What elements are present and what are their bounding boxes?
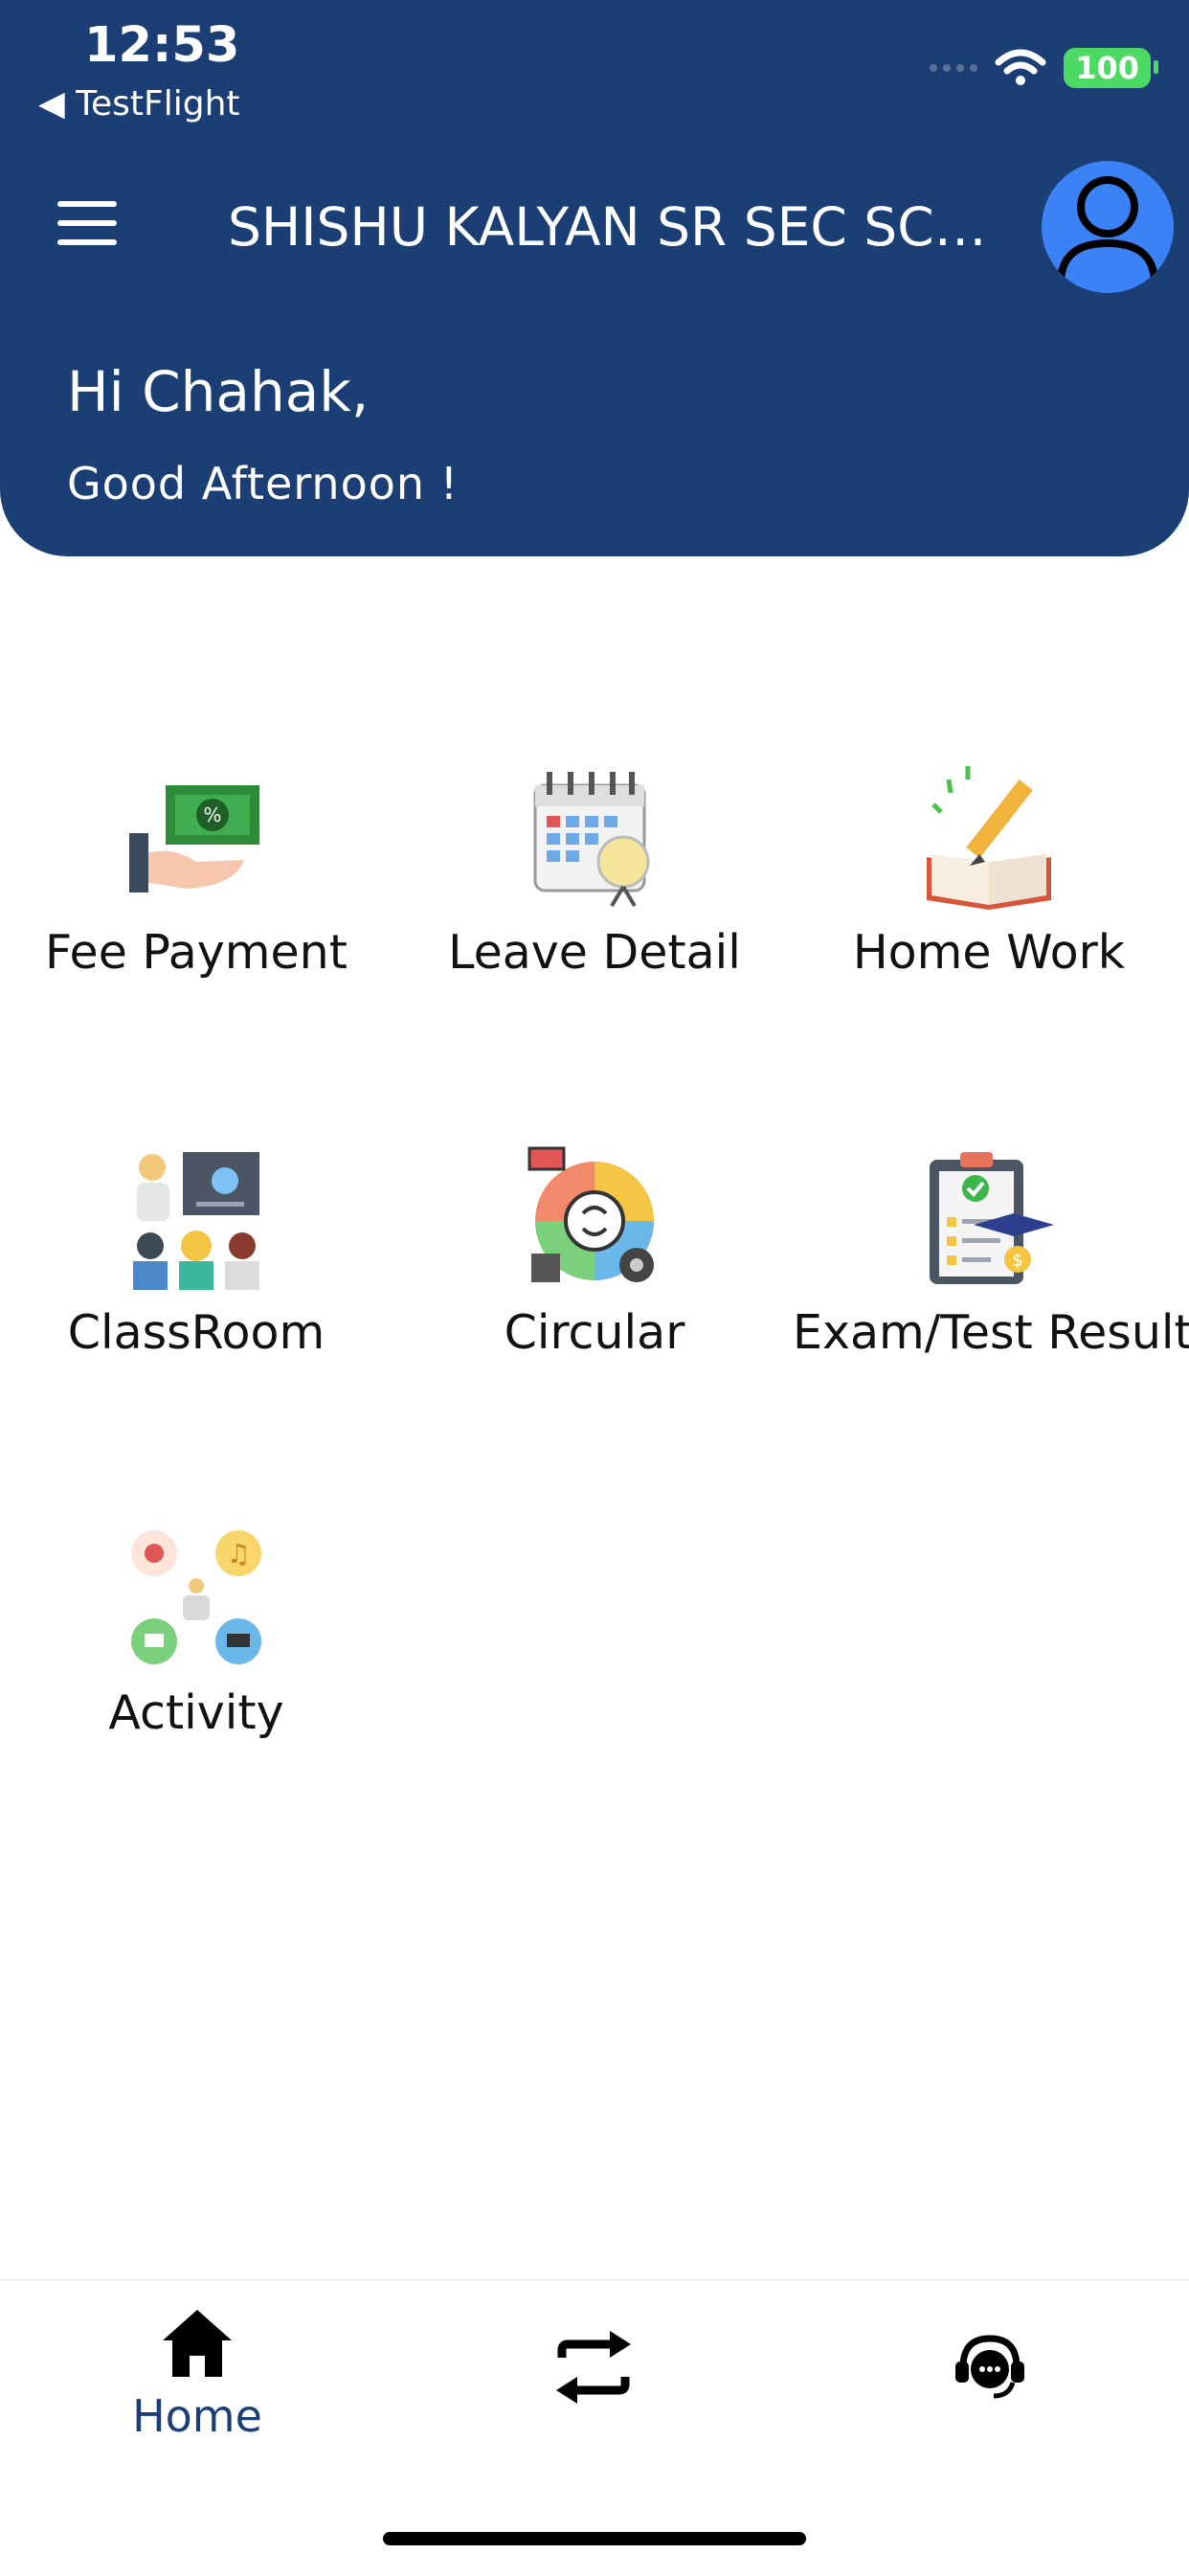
tile-home-work[interactable]: Home Work <box>793 766 1185 980</box>
tab-home[interactable]: Home <box>54 2306 341 2442</box>
status-indicators: 100 <box>930 48 1158 88</box>
exam-result-icon: $ <box>930 1152 1054 1284</box>
svg-text:$: $ <box>1012 1251 1022 1271</box>
tile-fee-payment[interactable]: % Fee Payment <box>0 766 393 980</box>
tile-label: Circular <box>504 1305 685 1360</box>
switch-arrows-icon <box>556 2331 631 2404</box>
cellular-signal-icon <box>930 64 978 72</box>
tab-home-label: Home <box>132 2390 262 2442</box>
home-icon <box>163 2310 232 2377</box>
tile-exam-test-result[interactable]: $ Exam/Test Result <box>793 1146 1189 1360</box>
tab-support[interactable] <box>846 2329 1133 2409</box>
svg-text:%: % <box>203 803 221 826</box>
profile-avatar[interactable] <box>1042 161 1174 293</box>
tile-label: Fee Payment <box>45 925 348 980</box>
circular-icon <box>527 1146 654 1282</box>
tile-label: Leave Detail <box>448 925 741 980</box>
homework-icon <box>927 766 1051 910</box>
tile-circular[interactable]: Circular <box>398 1146 791 1360</box>
battery-indicator: 100 <box>1064 48 1158 88</box>
menu-button[interactable] <box>57 201 119 249</box>
school-title: SHISHU KALYAN SR SEC SCH... <box>228 196 994 258</box>
classroom-icon <box>133 1152 259 1290</box>
user-icon <box>1057 176 1158 284</box>
tile-classroom[interactable]: ClassRoom <box>0 1146 393 1360</box>
tile-label: Exam/Test Result <box>793 1305 1189 1360</box>
greeting-subtitle: Good Afternoon ! <box>67 458 460 509</box>
back-to-testflight[interactable]: ◀ TestFlight <box>38 84 240 124</box>
home-indicator <box>383 2532 806 2545</box>
support-agent-icon <box>955 2335 1024 2399</box>
status-time: 12:53 <box>84 17 240 74</box>
header: 12:53 ◀ TestFlight 100 SHISHU KALYAN SR … <box>0 0 1189 556</box>
tile-label: Home Work <box>852 925 1126 980</box>
calendar-icon <box>533 772 650 908</box>
tab-switch[interactable] <box>450 2329 737 2409</box>
tile-label: Activity <box>108 1685 284 1740</box>
wifi-icon <box>995 49 1046 85</box>
svg-text:♫: ♫ <box>226 1538 250 1570</box>
tile-label: ClassRoom <box>67 1305 325 1360</box>
tile-activity[interactable]: ♫ Activity <box>0 1526 393 1740</box>
activity-icon: ♫ <box>131 1530 261 1664</box>
fee-payment-icon: % <box>129 785 259 893</box>
greeting-name: Hi Chahak, <box>67 359 370 424</box>
tile-leave-detail[interactable]: Leave Detail <box>398 766 791 980</box>
